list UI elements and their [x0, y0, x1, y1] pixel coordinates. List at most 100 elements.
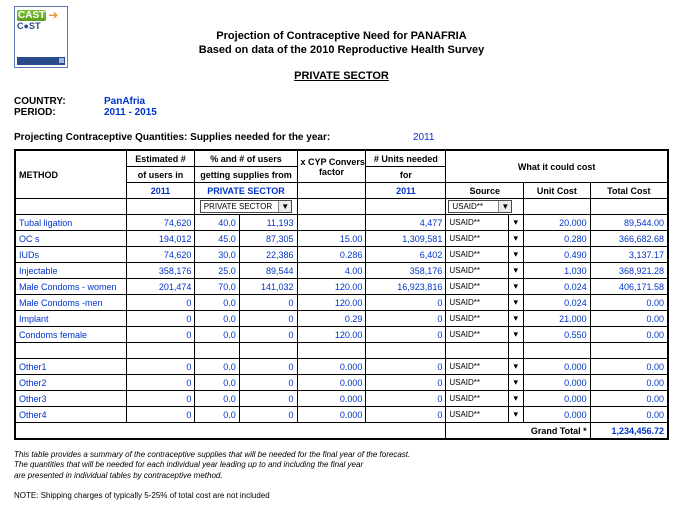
cell-totalcost: 0.00: [590, 295, 668, 311]
cell-method: Condoms female: [15, 327, 126, 343]
cell-percent: 30.0: [195, 247, 239, 263]
chevron-down-icon: ▼: [498, 201, 511, 212]
cell-source: USAID**: [446, 263, 508, 279]
col-est-3: 2011: [126, 183, 195, 199]
col-totalcost: Total Cost: [590, 183, 668, 199]
cell-source: USAID**: [446, 359, 508, 375]
source-row-dropdown[interactable]: ▾: [508, 359, 524, 375]
col-pct-1: % and # of users: [195, 150, 297, 167]
cell-unitcost: 0.490: [524, 247, 591, 263]
cell-percent: 0.0: [195, 295, 239, 311]
cell-method: Other1: [15, 359, 126, 375]
source-row-dropdown[interactable]: ▾: [508, 263, 524, 279]
cell-units: 6,402: [366, 247, 446, 263]
cell-cyp: [297, 215, 366, 231]
chevron-down-icon: ▾: [509, 328, 524, 341]
col-method: METHOD: [15, 150, 126, 199]
footnote-2: The quantities that will be needed for e…: [14, 460, 669, 470]
cell-method: Implant: [15, 311, 126, 327]
cell-estimated: 194,012: [126, 231, 195, 247]
source-row-dropdown[interactable]: ▾: [508, 295, 524, 311]
chevron-down-icon: ▾: [509, 232, 524, 245]
cell-source: USAID**: [446, 279, 508, 295]
cell-units: 16,923,816: [366, 279, 446, 295]
chevron-down-icon: ▾: [509, 248, 524, 261]
cell-number: 141,032: [239, 279, 297, 295]
sector-dropdown[interactable]: PRIVATE SECTOR ▼: [200, 200, 292, 213]
cell-estimated: 0: [126, 311, 195, 327]
source-dropdown[interactable]: USAID** ▼: [448, 200, 512, 213]
col-cyp: x CYP Conversionfactor: [297, 150, 366, 183]
cell-source: USAID**: [446, 391, 508, 407]
chevron-down-icon: ▾: [509, 392, 524, 405]
app-logo: CAST➔ C●ST: [14, 6, 68, 68]
cell-cyp: 0.286: [297, 247, 366, 263]
cell-units: 0: [366, 359, 446, 375]
cell-number: 0: [239, 375, 297, 391]
period-value: 2011 - 2015: [104, 107, 157, 118]
table-row: Other400.000.0000USAID**▾0.0000.00: [15, 407, 668, 423]
cell-estimated: 0: [126, 295, 195, 311]
supplies-table: METHOD Estimated # % and # of users x CY…: [14, 149, 669, 440]
cell-unitcost: 1.030: [524, 263, 591, 279]
grand-total-value: 1,234,456.72: [590, 423, 668, 440]
source-row-dropdown[interactable]: ▾: [508, 311, 524, 327]
col-cost: What it could cost: [446, 150, 668, 183]
cell-number: 0: [239, 327, 297, 343]
cell-estimated: 0: [126, 359, 195, 375]
footnote-shipping: NOTE: Shipping charges of typically 5-25…: [14, 491, 669, 501]
cell-method: Other2: [15, 375, 126, 391]
country-label: COUNTRY:: [14, 96, 104, 107]
cell-cyp: 15.00: [297, 231, 366, 247]
chevron-down-icon: ▾: [509, 312, 524, 325]
col-cyp-blank: [297, 183, 366, 199]
cell-unitcost: 21.000: [524, 311, 591, 327]
col-unitcost: Unit Cost: [524, 183, 591, 199]
cell-percent: 0.0: [195, 327, 239, 343]
cell-cyp: 4.00: [297, 263, 366, 279]
cell-source: USAID**: [446, 247, 508, 263]
cell-units: 0: [366, 311, 446, 327]
source-row-dropdown[interactable]: ▾: [508, 279, 524, 295]
cell-estimated: 74,620: [126, 247, 195, 263]
cell-number: 11,193: [239, 215, 297, 231]
cell-estimated: 201,474: [126, 279, 195, 295]
chevron-down-icon: ▾: [509, 296, 524, 309]
cell-totalcost: 0.00: [590, 391, 668, 407]
cell-totalcost: 0.00: [590, 375, 668, 391]
cell-cyp: 120.00: [297, 295, 366, 311]
source-row-dropdown[interactable]: ▾: [508, 375, 524, 391]
source-row-dropdown[interactable]: ▾: [508, 407, 524, 423]
cell-number: 0: [239, 391, 297, 407]
chevron-down-icon: ▾: [509, 408, 524, 421]
source-row-dropdown[interactable]: ▾: [508, 391, 524, 407]
cell-method: Tubal ligation: [15, 215, 126, 231]
cell-totalcost: 366,682.68: [590, 231, 668, 247]
col-est-2: of users in: [126, 167, 195, 183]
cell-method: Male Condoms - women: [15, 279, 126, 295]
source-row-dropdown[interactable]: ▾: [508, 327, 524, 343]
cell-units: 0: [366, 295, 446, 311]
footnote-3: are presented in individual tables by co…: [14, 471, 669, 481]
cell-percent: 45.0: [195, 231, 239, 247]
source-row-dropdown[interactable]: ▾: [508, 215, 524, 231]
source-row-dropdown[interactable]: ▾: [508, 247, 524, 263]
source-row-dropdown[interactable]: ▾: [508, 231, 524, 247]
cell-estimated: 358,176: [126, 263, 195, 279]
cell-estimated: 74,620: [126, 215, 195, 231]
cell-source: USAID**: [446, 231, 508, 247]
cell-cyp: 0.000: [297, 407, 366, 423]
cell-unitcost: 0.280: [524, 231, 591, 247]
cell-unitcost: 0.000: [524, 375, 591, 391]
table-row: Tubal ligation74,62040.011,1934,477USAID…: [15, 215, 668, 231]
cell-totalcost: 89,544.00: [590, 215, 668, 231]
sector-heading: PRIVATE SECTOR: [14, 70, 669, 82]
cell-number: 22,386: [239, 247, 297, 263]
cell-cyp: 0.000: [297, 375, 366, 391]
cell-units: 358,176: [366, 263, 446, 279]
col-units-2: for: [366, 167, 446, 183]
cell-estimated: 0: [126, 375, 195, 391]
cell-totalcost: 406,171.58: [590, 279, 668, 295]
col-pct-3: PRIVATE SECTOR: [195, 183, 297, 199]
projection-year: 2011: [413, 132, 435, 143]
